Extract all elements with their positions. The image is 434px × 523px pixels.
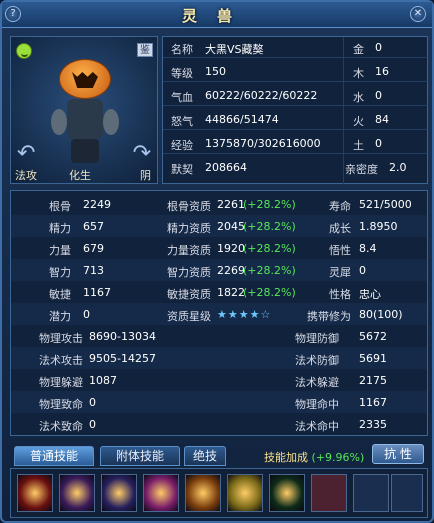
exp-value: 1375870/302616000 <box>205 137 321 150</box>
stat-row: 力量 679 力量资质 1920 (+28.2%) 悟性 8.4 <box>49 242 377 257</box>
info-row-tacit: 默契 208664 亲密度 2.0 <box>163 157 429 178</box>
skill-slot-spark-icon[interactable] <box>269 474 305 512</box>
fire-label: 火 <box>353 115 364 128</box>
earth-label: 土 <box>353 139 364 152</box>
resist-button[interactable]: 抗 性 <box>372 444 424 464</box>
skill-slot-empty[interactable] <box>391 474 423 512</box>
intimacy-value: 2.0 <box>389 161 407 174</box>
mood-smile-icon[interactable] <box>16 43 32 59</box>
info-row-level: 等级 150 木 16 <box>163 61 429 82</box>
water-value: 0 <box>375 89 382 102</box>
combat-row: 物理躲避 1087 法术躲避 2175 <box>39 374 387 389</box>
combat-row: 物理攻击 8690-13034 物理防御 5672 <box>39 330 387 345</box>
skill-slots <box>10 468 428 518</box>
pet-window: ? 灵兽 ✕ 鉴 ↶ ↷ 法攻 化生 阴 名称 大黑VS藏獒 金 0 等级 15… <box>0 0 434 523</box>
rotate-left-icon[interactable]: ↶ <box>17 141 35 166</box>
metal-value: 0 <box>375 41 382 54</box>
skill-bonus: 技能加成 (+9.96%) <box>264 451 365 464</box>
stat-row: 智力 713 智力资质 2269 (+28.2%) 灵犀 0 <box>11 259 427 281</box>
tacit-label: 默契 <box>171 163 193 176</box>
info-row-name: 名称 大黑VS藏獒 金 0 <box>163 37 429 58</box>
rage-label: 怒气 <box>171 115 193 128</box>
tacit-value: 208664 <box>205 161 247 174</box>
wood-value: 16 <box>375 65 389 78</box>
window-title: 灵兽 <box>181 7 252 25</box>
skill-slot-aura-icon[interactable] <box>143 474 179 512</box>
hp-value: 60222/60222/60222 <box>205 89 318 102</box>
fire-value: 84 <box>375 113 389 126</box>
intimacy-label: 亲密度 <box>345 163 378 176</box>
skill-slot-lock-icon[interactable] <box>227 474 263 512</box>
skill-slot-claw-icon[interactable] <box>101 474 137 512</box>
name-value: 大黑VS藏獒 <box>205 43 264 56</box>
pet-portrait: 鉴 ↶ ↷ 法攻 化生 阴 <box>10 36 158 184</box>
stat-row: 潜力 0 资质星级 ★★★★☆ 携带修为 80(100) <box>11 303 427 325</box>
element-yin-label: 阴 <box>140 169 151 182</box>
pet-stats-panel: 根骨 2249 根骨资质 2261 (+28.2%) 寿命 521/5000 精… <box>10 190 428 436</box>
skill-slot-empty[interactable] <box>311 474 347 512</box>
pet-info-panel: 名称 大黑VS藏獒 金 0 等级 150 木 16 气血 60222/60222… <box>162 36 429 184</box>
level-value: 150 <box>205 65 226 78</box>
close-button[interactable]: ✕ <box>410 6 426 22</box>
skill-slot-burst-icon[interactable] <box>59 474 95 512</box>
stat-row: 根骨 2249 根骨资质 2261 (+28.2%) 寿命 521/5000 <box>49 198 412 213</box>
pumpkin-pet-image <box>49 59 121 169</box>
exp-label: 经验 <box>171 139 193 152</box>
transform-label: 化生 <box>69 169 91 182</box>
appraise-button[interactable]: 鉴 <box>137 43 153 57</box>
skill-slot-beast-icon[interactable] <box>185 474 221 512</box>
combat-row: 法术攻击 9505-14257 法术防御 5691 <box>11 347 427 369</box>
rage-value: 44866/51474 <box>205 113 279 126</box>
skill-tabs: 普通技能 附体技能 绝技 <box>14 446 434 466</box>
title-bar[interactable]: ? 灵兽 ✕ <box>2 2 432 28</box>
info-row-exp: 经验 1375870/302616000 土 0 <box>163 133 429 154</box>
rotate-right-icon[interactable]: ↷ <box>133 141 151 166</box>
tab-attached-skills[interactable]: 附体技能 <box>100 446 180 466</box>
stat-row: 敏捷 1167 敏捷资质 1822 (+28.2%) 性格 忠心 <box>49 286 381 301</box>
metal-label: 金 <box>353 43 364 56</box>
tab-ultimate[interactable]: 绝技 <box>184 446 226 466</box>
hp-label: 气血 <box>171 91 193 104</box>
skill-slot-fire-icon[interactable] <box>17 474 53 512</box>
level-label: 等级 <box>171 67 193 80</box>
name-label: 名称 <box>171 43 193 56</box>
wood-label: 木 <box>353 67 364 80</box>
earth-value: 0 <box>375 137 382 150</box>
combat-row: 法术致命 0 法术命中 2335 <box>39 418 387 433</box>
aptitude-stars: ★★★★☆ <box>217 308 272 321</box>
info-row-hp: 气血 60222/60222/60222 水 0 <box>163 85 429 106</box>
water-label: 水 <box>353 91 364 104</box>
combat-row: 物理致命 0 物理命中 1167 <box>11 391 427 413</box>
skill-slot-empty[interactable] <box>353 474 389 512</box>
info-row-rage: 怒气 44866/51474 火 84 <box>163 109 429 130</box>
tab-normal-skills[interactable]: 普通技能 <box>14 446 94 466</box>
attack-type-label: 法攻 <box>15 169 37 182</box>
stat-row: 精力 657 精力资质 2045 (+28.2%) 成长 1.8950 <box>11 215 427 237</box>
